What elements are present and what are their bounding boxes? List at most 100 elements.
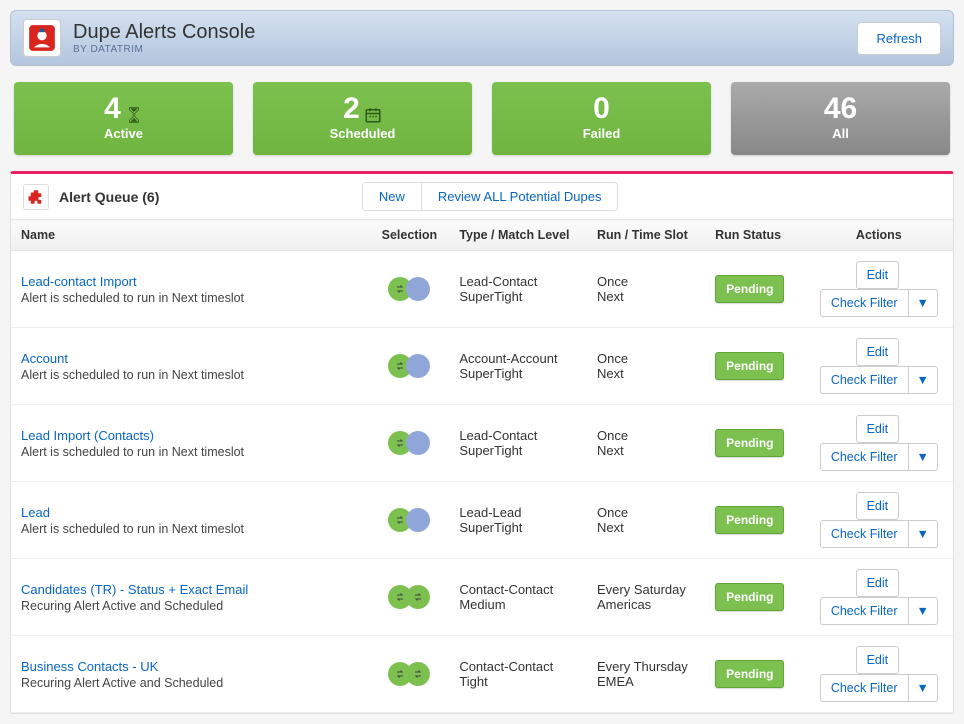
selection-icon xyxy=(388,585,430,609)
status-badge: Pending xyxy=(715,583,784,611)
hourglass-icon xyxy=(125,100,143,118)
selection-dot-icon xyxy=(406,508,430,532)
status-badge: Pending xyxy=(715,429,784,457)
selection-icon xyxy=(388,431,430,455)
table-row: Account Alert is scheduled to run in Next… xyxy=(11,328,953,405)
time-slot: Next xyxy=(597,366,695,381)
app-logo-icon xyxy=(23,19,61,57)
stat-all-value: 46 xyxy=(824,94,857,124)
edit-button[interactable]: Edit xyxy=(856,261,900,289)
match-level: SuperTight xyxy=(459,289,577,304)
run-schedule: Every Saturday xyxy=(597,582,695,597)
selection-icon xyxy=(388,662,430,686)
time-slot: Americas xyxy=(597,597,695,612)
edit-button[interactable]: Edit xyxy=(856,569,900,597)
check-filter-button[interactable]: Check Filter xyxy=(820,289,909,317)
match-level: SuperTight xyxy=(459,443,577,458)
status-badge: Pending xyxy=(715,660,784,688)
row-actions-dropdown[interactable]: ▼ xyxy=(909,597,938,625)
type-line: Lead-Contact xyxy=(459,274,577,289)
run-schedule: Once xyxy=(597,351,695,366)
col-header-status[interactable]: Run Status xyxy=(705,220,805,251)
alert-queue-table: Name Selection Type / Match Level Run / … xyxy=(11,219,953,713)
alert-subtext: Recuring Alert Active and Scheduled xyxy=(21,599,360,613)
check-filter-button[interactable]: Check Filter xyxy=(820,443,909,471)
edit-button[interactable]: Edit xyxy=(856,492,900,520)
match-level: Medium xyxy=(459,597,577,612)
row-actions-dropdown[interactable]: ▼ xyxy=(909,366,938,394)
stat-card-scheduled[interactable]: 2 Scheduled xyxy=(253,82,472,155)
refresh-button[interactable]: Refresh xyxy=(857,22,941,55)
panel-action-group: New Review ALL Potential Dupes xyxy=(362,182,619,211)
time-slot: EMEA xyxy=(597,674,695,689)
edit-button[interactable]: Edit xyxy=(856,415,900,443)
stat-failed-value: 0 xyxy=(593,94,610,124)
time-slot: Next xyxy=(597,289,695,304)
alert-name-link[interactable]: Business Contacts - UK xyxy=(21,659,158,674)
match-level: SuperTight xyxy=(459,366,577,381)
alert-subtext: Alert is scheduled to run in Next timesl… xyxy=(21,522,360,536)
table-row: Lead Alert is scheduled to run in Next ti… xyxy=(11,482,953,559)
table-row: Lead-contact Import Alert is scheduled to… xyxy=(11,251,953,328)
app-vendor: BY DATATRIM xyxy=(73,44,255,55)
new-alert-button[interactable]: New xyxy=(363,183,421,210)
alert-subtext: Alert is scheduled to run in Next timesl… xyxy=(21,291,360,305)
col-header-type[interactable]: Type / Match Level xyxy=(449,220,587,251)
alert-subtext: Alert is scheduled to run in Next timesl… xyxy=(21,445,360,459)
type-line: Contact-Contact xyxy=(459,582,577,597)
selection-dot-icon xyxy=(406,585,430,609)
col-header-selection[interactable]: Selection xyxy=(370,220,450,251)
type-line: Lead-Contact xyxy=(459,428,577,443)
alert-name-link[interactable]: Lead Import (Contacts) xyxy=(21,428,154,443)
header-bar: Dupe Alerts Console BY DATATRIM Refresh xyxy=(10,10,954,66)
row-actions-dropdown[interactable]: ▼ xyxy=(909,443,938,471)
selection-icon xyxy=(388,508,430,532)
stat-card-failed[interactable]: 0 Failed xyxy=(492,82,711,155)
stat-failed-label: Failed xyxy=(492,126,711,141)
table-row: Candidates (TR) - Status + Exact Email Re… xyxy=(11,559,953,636)
selection-dot-icon xyxy=(406,277,430,301)
puzzle-icon xyxy=(23,184,49,210)
app-title: Dupe Alerts Console xyxy=(73,21,255,44)
status-badge: Pending xyxy=(715,352,784,380)
alert-name-link[interactable]: Lead xyxy=(21,505,50,520)
check-filter-button[interactable]: Check Filter xyxy=(820,366,909,394)
review-dupes-button[interactable]: Review ALL Potential Dupes xyxy=(421,183,618,210)
edit-button[interactable]: Edit xyxy=(856,646,900,674)
row-actions-dropdown[interactable]: ▼ xyxy=(909,289,938,317)
time-slot: Next xyxy=(597,520,695,535)
stat-all-label: All xyxy=(731,126,950,141)
time-slot: Next xyxy=(597,443,695,458)
alert-queue-panel: Alert Queue (6) New Review ALL Potential… xyxy=(10,171,954,714)
match-level: Tight xyxy=(459,674,577,689)
alert-name-link[interactable]: Candidates (TR) - Status + Exact Email xyxy=(21,582,248,597)
alert-name-link[interactable]: Account xyxy=(21,351,68,366)
col-header-name[interactable]: Name xyxy=(11,220,370,251)
selection-dot-icon xyxy=(406,431,430,455)
row-actions-dropdown[interactable]: ▼ xyxy=(909,674,938,702)
check-filter-button[interactable]: Check Filter xyxy=(820,520,909,548)
col-header-run[interactable]: Run / Time Slot xyxy=(587,220,705,251)
col-header-actions: Actions xyxy=(805,220,953,251)
alert-subtext: Recuring Alert Active and Scheduled xyxy=(21,676,360,690)
row-actions-dropdown[interactable]: ▼ xyxy=(909,520,938,548)
selection-icon xyxy=(388,354,430,378)
run-schedule: Every Thursday xyxy=(597,659,695,674)
alert-subtext: Alert is scheduled to run in Next timesl… xyxy=(21,368,360,382)
stat-scheduled-label: Scheduled xyxy=(253,126,472,141)
stat-card-active[interactable]: 4 Active xyxy=(14,82,233,155)
selection-dot-icon xyxy=(406,662,430,686)
panel-title: Alert Queue (6) xyxy=(59,189,159,205)
calendar-icon xyxy=(364,100,382,118)
run-schedule: Once xyxy=(597,505,695,520)
stat-card-all[interactable]: 46 All xyxy=(731,82,950,155)
run-schedule: Once xyxy=(597,274,695,289)
alert-name-link[interactable]: Lead-contact Import xyxy=(21,274,137,289)
edit-button[interactable]: Edit xyxy=(856,338,900,366)
check-filter-button[interactable]: Check Filter xyxy=(820,597,909,625)
table-row: Business Contacts - UK Recuring Alert Act… xyxy=(11,636,953,713)
selection-dot-icon xyxy=(406,354,430,378)
table-row: Lead Import (Contacts) Alert is scheduled… xyxy=(11,405,953,482)
check-filter-button[interactable]: Check Filter xyxy=(820,674,909,702)
type-line: Contact-Contact xyxy=(459,659,577,674)
